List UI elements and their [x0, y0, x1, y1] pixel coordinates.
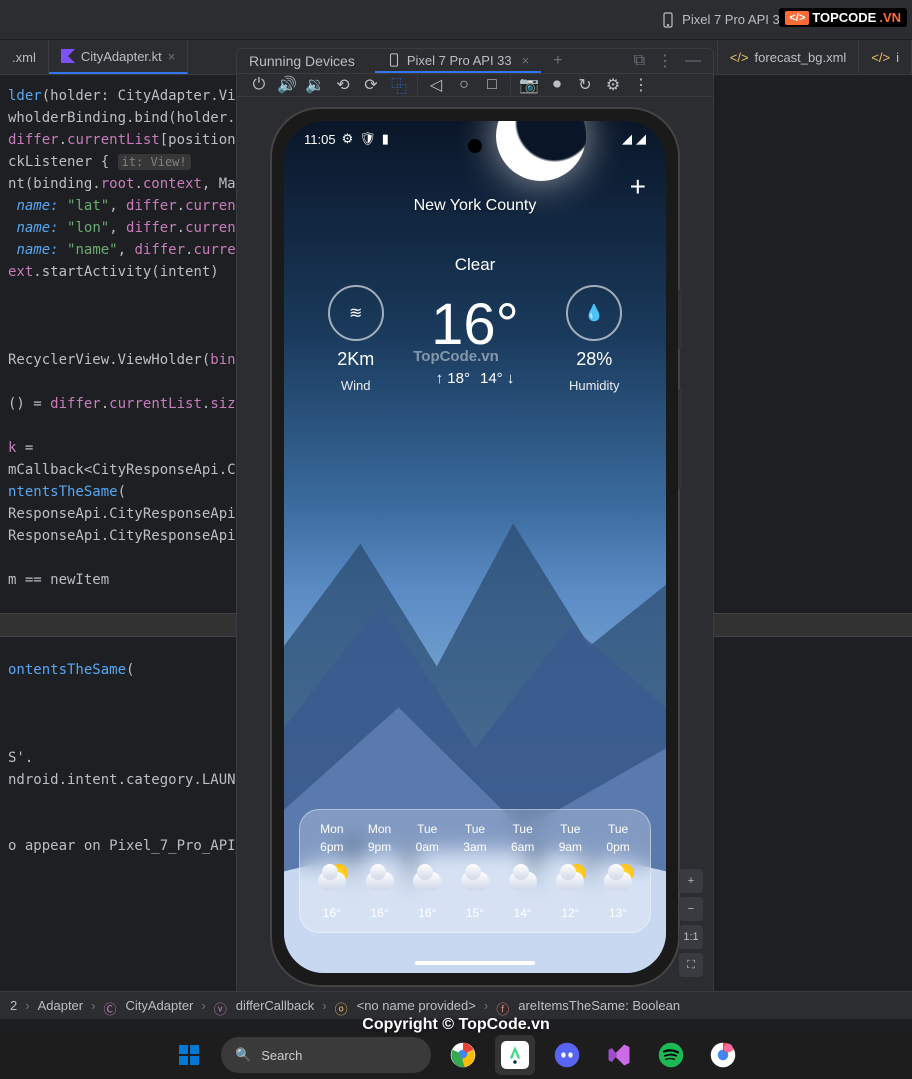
forecast-item[interactable]: Tue 3am 15° [457, 822, 493, 920]
breadcrumb: 2 › Adapter › Ⓒ CityAdapter › ⓥ differCa… [0, 991, 912, 1019]
wind-stat: ≋ 2Km Wind [328, 285, 384, 393]
tab-cityadapter[interactable]: CityAdapter.kt × [49, 40, 189, 74]
forecast-item[interactable]: Tue 0am 16° [409, 822, 445, 920]
forecast-item[interactable]: Mon 6pm 16° [314, 822, 350, 920]
back-icon[interactable]: ◁ [426, 75, 446, 95]
forecast-item[interactable]: Tue 6am 14° [505, 822, 541, 920]
variable-icon: ⓥ [214, 999, 228, 1013]
overview-icon[interactable]: □ [482, 75, 502, 95]
minimize-icon[interactable]: — [685, 52, 701, 70]
low-temp: 14° ↓ [480, 370, 514, 387]
device-tab[interactable]: Pixel 7 Pro API 33 × [375, 49, 541, 73]
phone-screen[interactable]: 11:05 ⚙ 🛡 ▮ ◢ ◢ + New York County Clear [284, 121, 666, 973]
topcode-logo: </> TOPCODE.VN [779, 8, 907, 27]
temp-stat: 16° ↑ 18° 14° ↓ [431, 291, 519, 387]
zoom-controls: + − 1:1 ⛶ [679, 869, 703, 977]
rotate-left-icon[interactable]: ⟲ [333, 75, 353, 95]
zoom-ratio-button[interactable]: 1:1 [679, 925, 703, 949]
windows-icon [177, 1043, 201, 1067]
ide-top-toolbar: Pixel 7 Pro API 33 ▾ ▣ app ▾ [0, 0, 912, 40]
volume-up-icon[interactable]: 🔊 [277, 75, 297, 95]
visual-studio-icon[interactable] [599, 1035, 639, 1075]
xml-icon: </> [730, 50, 749, 65]
phone-frame: 11:05 ⚙ 🛡 ▮ ◢ ◢ + New York County Clear [270, 107, 680, 987]
weather-icon [457, 862, 493, 898]
wifi-icon: ◢ [622, 131, 632, 147]
volume-down-icon[interactable]: 🔉 [305, 75, 325, 95]
phone-icon [387, 53, 401, 67]
camera-hole [468, 139, 482, 153]
high-temp: ↑ 18° [436, 370, 470, 387]
temperature: 16° [431, 291, 519, 358]
forecast-item[interactable]: Tue 9am 12° [552, 822, 588, 920]
tab-xml[interactable]: .xml [0, 40, 49, 74]
device-name: Pixel 7 Pro API 33 [682, 12, 787, 27]
rotate-right-icon[interactable]: ⟳ [361, 75, 381, 95]
windows-taskbar: 🔍 Search [0, 1031, 912, 1079]
discord-icon[interactable] [547, 1035, 587, 1075]
shield-icon: 🛡 [359, 131, 376, 147]
more-icon[interactable]: ⋮ [631, 75, 651, 95]
dock-icon[interactable]: ⧉ [634, 52, 645, 70]
sd-icon: ▮ [382, 131, 389, 147]
android-studio-icon[interactable] [495, 1035, 535, 1075]
start-button[interactable] [169, 1035, 209, 1075]
clock: 11:05 [304, 132, 336, 147]
location-label: New York County [284, 197, 666, 215]
signal-icon: ◢ [636, 131, 646, 147]
gear-icon: ⚙ [342, 131, 354, 147]
add-device-icon[interactable]: + [553, 52, 562, 70]
close-icon[interactable]: × [522, 53, 530, 68]
xml-icon: </> [871, 50, 890, 65]
object-icon: ⓞ [335, 999, 349, 1013]
fold-icon[interactable]: ⿻ [389, 75, 409, 95]
screenshot-icon[interactable]: 📷 [519, 75, 539, 95]
add-location-button[interactable]: + [630, 171, 646, 203]
search-bar[interactable]: 🔍 Search [221, 1037, 431, 1073]
nav-handle[interactable] [415, 961, 535, 965]
power-icon[interactable]: ⏻ [249, 75, 269, 95]
spotify-icon[interactable] [651, 1035, 691, 1075]
humidity-stat: 💧 28% Humidity [566, 285, 622, 393]
weather-app: + New York County Clear ≋ 2Km Wind 16° [284, 121, 666, 973]
tab-forecast-bg[interactable]: </> forecast_bg.xml [717, 40, 860, 74]
home-icon[interactable]: ○ [454, 75, 474, 95]
zoom-in-button[interactable]: + [679, 869, 703, 893]
function-icon: ⓕ [496, 999, 510, 1013]
close-icon[interactable]: × [168, 49, 176, 64]
chrome-icon[interactable] [443, 1035, 483, 1075]
forecast-item[interactable]: Tue 0pm 13° [600, 822, 636, 920]
forecast-item[interactable]: Mon 9pm 16° [362, 822, 398, 920]
chrome-canary-icon[interactable] [703, 1035, 743, 1075]
weather-icon [362, 862, 398, 898]
device-viewport: 11:05 ⚙ 🛡 ▮ ◢ ◢ + New York County Clear [237, 97, 713, 997]
weather-icon [505, 862, 541, 898]
search-icon: 🔍 [235, 1047, 251, 1063]
tab-more[interactable]: </> i [859, 40, 912, 74]
phone-icon [660, 12, 676, 28]
weather-icon [600, 862, 636, 898]
weather-icon [552, 862, 588, 898]
copyright-text: Copyright © TopCode.vn [362, 1016, 549, 1034]
reload-icon[interactable]: ↻ [575, 75, 595, 95]
weather-icon [314, 862, 350, 898]
humidity-icon: 💧 [584, 303, 604, 323]
kotlin-icon [61, 49, 75, 63]
panel-title: Running Devices [249, 53, 355, 69]
wind-icon: ≋ [349, 303, 362, 323]
more-icon[interactable]: ⋮ [657, 51, 673, 71]
class-icon: Ⓒ [103, 999, 117, 1013]
condition-label: Clear [284, 255, 666, 275]
zoom-fit-button[interactable]: ⛶ [679, 953, 703, 977]
record-icon[interactable]: ⏺ [547, 75, 567, 95]
weather-icon [409, 862, 445, 898]
running-devices-panel: Running Devices Pixel 7 Pro API 33 × + ⧉… [236, 48, 714, 998]
zoom-out-button[interactable]: − [679, 897, 703, 921]
hourly-forecast[interactable]: Mon 6pm 16° Mon 9pm 16° Tue 0am 16° Tue … [299, 809, 651, 933]
settings-icon[interactable]: ⚙ [603, 75, 623, 95]
code-icon: </> [785, 11, 809, 25]
devices-panel-header: Running Devices Pixel 7 Pro API 33 × + ⧉… [237, 49, 713, 74]
device-toolbar: ⏻ 🔊 🔉 ⟲ ⟳ ⿻ ◁ ○ □ 📷 ⏺ ↻ ⚙ ⋮ [237, 74, 713, 97]
